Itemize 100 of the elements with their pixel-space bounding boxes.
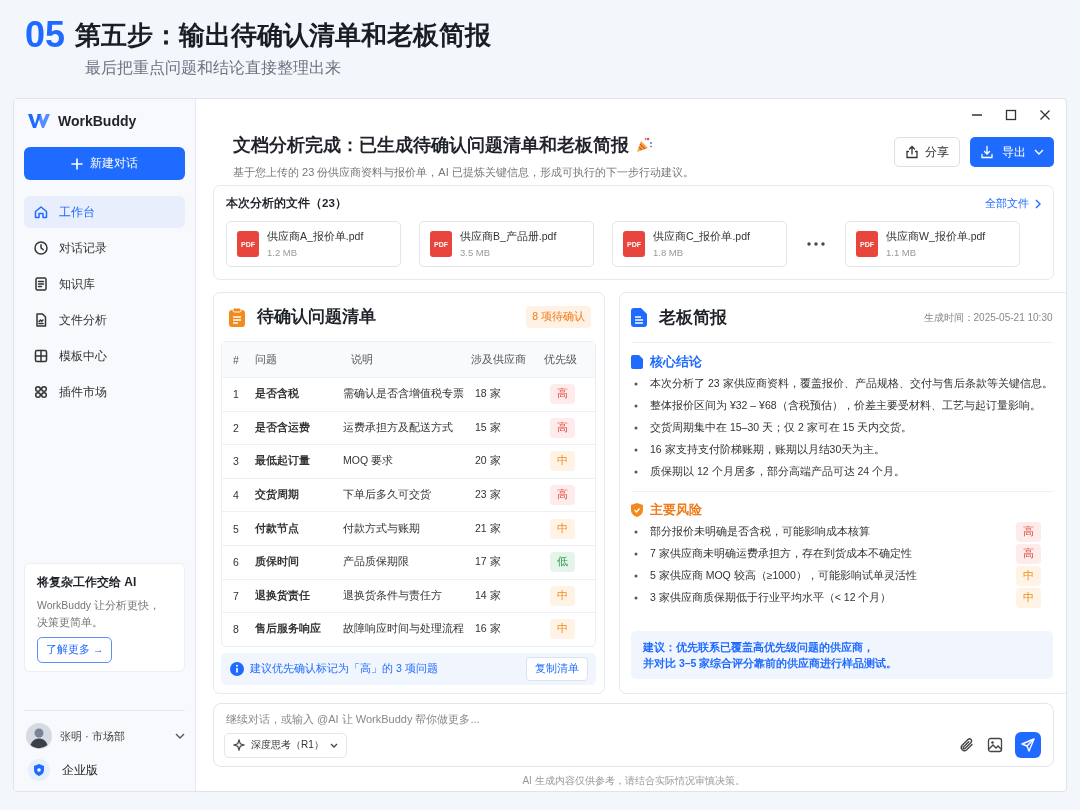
table-cell-text: 运费承担方及配送方式: [343, 420, 454, 435]
column-header: 优先级: [544, 352, 578, 367]
table-cell-text: 售后服务响应: [255, 622, 322, 637]
sidebar-item[interactable]: 模板中心: [24, 340, 185, 372]
priority-tag: 高: [550, 384, 575, 405]
new-chat-button[interactable]: 新建对话: [24, 147, 185, 180]
more-icon[interactable]: [807, 242, 825, 246]
table-cell-text: 20 家: [474, 454, 502, 469]
disclaimer: AI 生成内容仅供参考，请结合实际情况审慎决策。: [521, 774, 746, 788]
table-cell-text: 17 家: [474, 555, 502, 570]
file-name: 供应商A_报价单.pdf: [267, 230, 364, 244]
list-item: 3 家供应商质保期低于行业平均水平（< 12 个月）: [650, 591, 893, 605]
close-icon[interactable]: [1039, 109, 1051, 121]
share-icon: [905, 145, 919, 159]
learn-more-button[interactable]: 了解更多 →: [37, 637, 113, 663]
list-item: 5 家供应商 MOQ 较高（≥1000），可能影响试单灵活性: [650, 569, 918, 583]
priority-tag: 中: [550, 619, 575, 640]
table-cell-text: 3: [233, 455, 240, 468]
bullet-icon: [634, 426, 638, 430]
chevron-down-icon[interactable]: [175, 733, 185, 739]
table-cell-text: 16 家: [474, 622, 502, 637]
bullet-icon: [634, 552, 638, 556]
file-size: 1.8 MB: [653, 247, 685, 258]
list-item: 16 家支持支付阶梯账期，账期以月结30天为主。: [650, 443, 887, 457]
sidebar-item[interactable]: 插件市场: [24, 376, 185, 408]
home-icon: [33, 204, 49, 220]
file-size: 1.2 MB: [267, 247, 299, 258]
logo-icon: [28, 113, 50, 129]
image-icon[interactable]: [987, 737, 1003, 753]
chevron-down-icon: [329, 742, 338, 748]
party-popper-icon: [635, 136, 653, 154]
sidebar-item[interactable]: 文件分析: [24, 304, 185, 336]
page-subtitle: 最后把重点问题和结论直接整理出来: [85, 58, 342, 78]
priority-tag: 中: [550, 585, 575, 606]
table-cell-text: 14 家: [474, 588, 502, 603]
bullet-icon: [634, 382, 638, 386]
list-item: 交货周期集中在 15–30 天；仅 2 家可在 15 天内交货。: [650, 421, 914, 435]
copy-list-button[interactable]: 复制清单: [526, 656, 588, 681]
advice-text: 并对比 3–5 家综合评分靠前的供应商进行样品测试。: [643, 656, 898, 671]
table-cell-text: 18 家: [474, 387, 502, 402]
list-item: 本次分析了 23 家供应商资料，覆盖报价、产品规格、交付与售后条款等关键信息。: [650, 377, 1053, 391]
table-cell-text: 故障响应时间与处理流程: [343, 622, 465, 637]
clipboard-icon: [229, 307, 245, 327]
table-cell-text: 6: [233, 556, 240, 569]
chevron-right-icon: [1035, 198, 1041, 209]
table-cell-text: 23 家: [474, 488, 502, 503]
document-icon: [631, 308, 647, 327]
table-cell-text: 是否含税: [255, 387, 300, 402]
chat-input-field[interactable]: 继续对话，或输入 @AI 让 WorkBuddy 帮你做更多... 深度思考（R1）: [213, 703, 1054, 767]
all-files-link[interactable]: 全部文件: [985, 196, 1041, 211]
bullet-icon: [634, 470, 638, 474]
card-title: 老板简报: [659, 306, 728, 328]
analysis-summary: 基于您上传的 23 份供应商资料与报价单，AI 已提炼关键信息，形成可执行的下一步行动建议。: [233, 165, 695, 180]
list-item: 部分报价未明确是否含税，可能影响成本核算: [650, 525, 871, 539]
column-header: #: [233, 353, 240, 366]
promo-text: WorkBuddy 让分析更快，决策更简单。: [37, 598, 161, 630]
table-cell-text: 7: [233, 589, 240, 602]
advice-text: 建议：优先联系已覆盖高优先级问题的供应商，: [643, 640, 874, 655]
file-size: 1.1 MB: [886, 247, 918, 258]
chevron-down-icon: [1034, 149, 1044, 155]
send-button[interactable]: [1015, 732, 1041, 758]
bullet-icon: [634, 404, 638, 408]
model-selector[interactable]: 深度思考（R1）: [224, 732, 347, 758]
count-badge: 8 项待确认: [526, 306, 591, 328]
table-cell-text: 最低起订量: [255, 454, 311, 469]
bullet-icon: [634, 530, 638, 534]
priority-tag: 高: [550, 417, 575, 438]
page-title: 第五步：输出待确认清单和老板简报: [75, 18, 492, 52]
priority-tag: 高: [1015, 544, 1041, 564]
table-cell-text: 退换货条件与责任方: [343, 588, 443, 603]
plan-label: 企业版: [62, 761, 98, 779]
share-button[interactable]: 分享: [894, 137, 960, 167]
export-button[interactable]: 导出: [970, 137, 1054, 167]
priority-tag: 中: [1015, 566, 1041, 586]
priority-tag: 中: [1015, 588, 1041, 608]
paperclip-icon[interactable]: [959, 737, 975, 753]
priority-tag: 中: [550, 451, 575, 472]
download-icon: [980, 145, 994, 159]
card-title: 待确认问题清单: [257, 306, 377, 327]
shield-icon: [28, 759, 50, 781]
column-header: 说明: [350, 352, 374, 367]
user-name[interactable]: 张明 · 市场部: [60, 728, 167, 744]
bullet-icon: [634, 574, 638, 578]
table-cell-text: 退换货责任: [255, 588, 311, 603]
section-title: 本次分析的文件（23）: [226, 196, 347, 211]
section-title: 主要风险: [650, 501, 702, 519]
sidebar-item[interactable]: 工作台: [24, 196, 185, 228]
priority-tag: 中: [550, 518, 575, 539]
file-name: 供应商C_报价单.pdf: [653, 230, 750, 244]
list-item: 质保期以 12 个月居多，部分高端产品可达 24 个月。: [650, 465, 907, 479]
maximize-icon[interactable]: [1005, 109, 1017, 121]
list-item: 7 家供应商未明确运费承担方，存在到货成本不确定性: [650, 547, 913, 561]
file-icon: [33, 312, 49, 328]
table-cell-text: 4: [233, 489, 240, 502]
sidebar-item[interactable]: 对话记录: [24, 232, 185, 264]
table-cell-text: 5: [233, 522, 240, 535]
section-title: 核心结论: [650, 353, 702, 371]
column-header: 问题: [255, 352, 278, 367]
table-cell-text: 下单后多久可交货: [343, 488, 432, 503]
sidebar-item[interactable]: 知识库: [24, 268, 185, 300]
